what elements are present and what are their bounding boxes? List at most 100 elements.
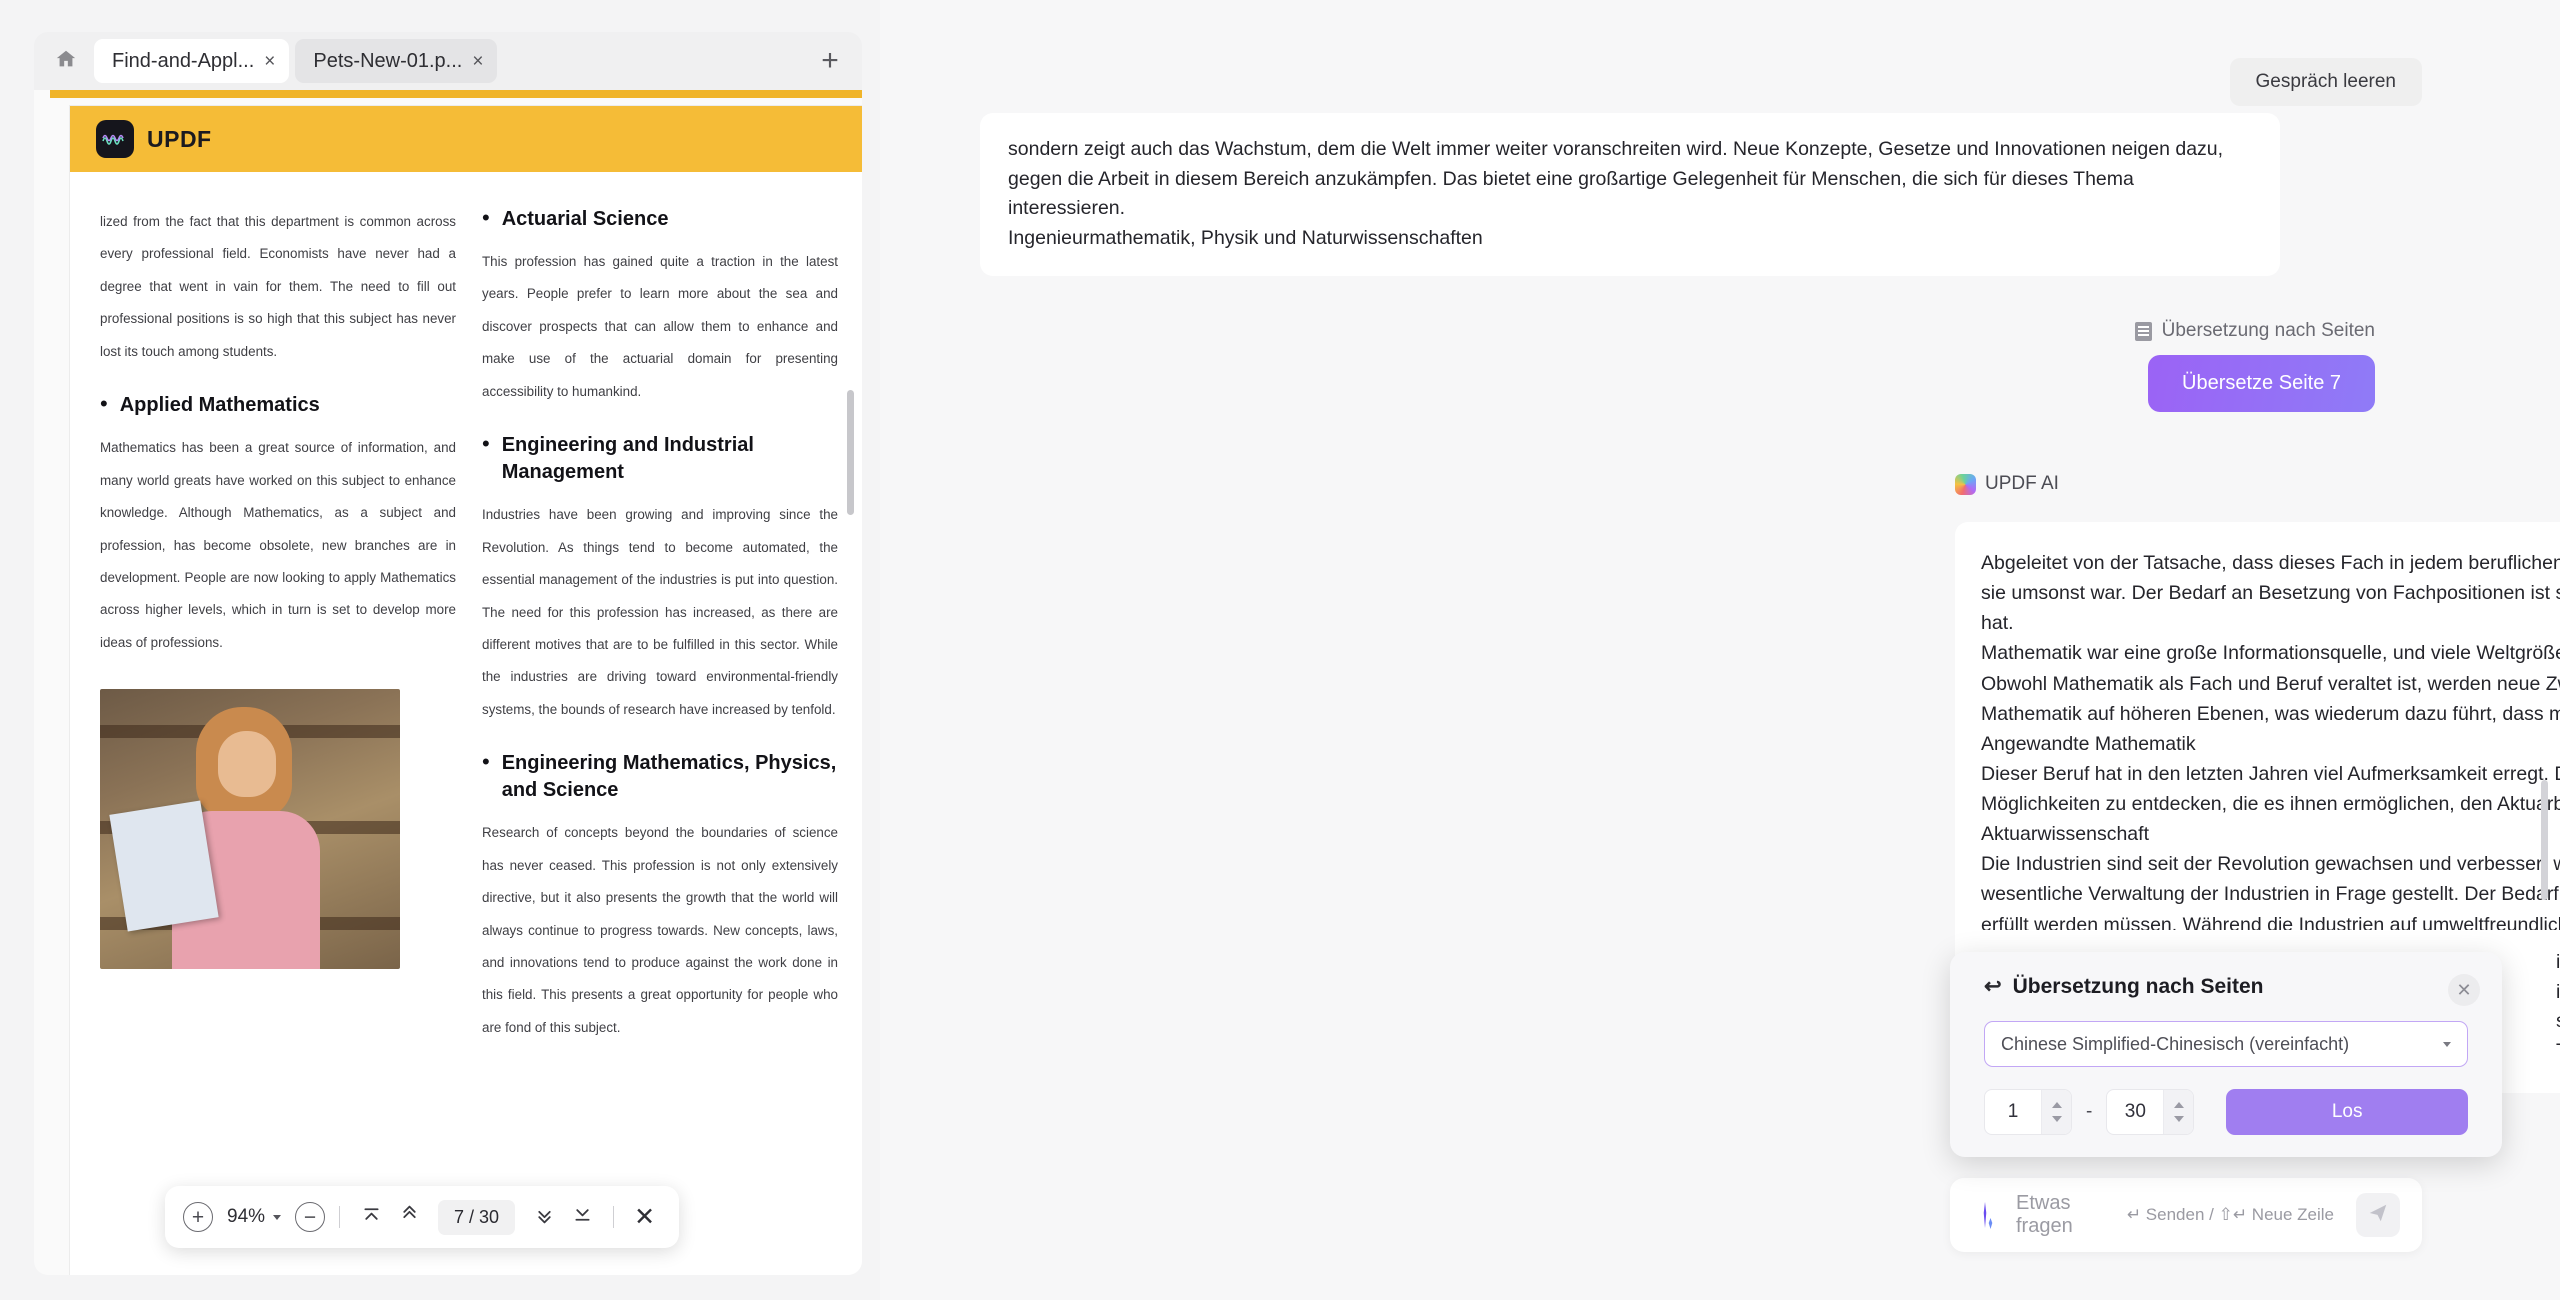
dialog-close-button[interactable]: ✕ <box>2448 974 2480 1006</box>
page-right-column: • Actuarial Science This profession has … <box>482 205 838 1044</box>
ai-paragraph-2: Mathematik war eine große Informationsqu… <box>1981 642 2560 725</box>
translate-by-pages-dialog: ↩ Übersetzung nach Seiten ✕ Chinese Simp… <box>1950 952 2502 1157</box>
page-content: lized from the fact that this department… <box>70 172 862 1044</box>
right-paragraph-1: This profession has gained quite a tract… <box>482 254 838 399</box>
page-from-stepper[interactable]: 1 <box>1984 1089 2072 1135</box>
close-toolbar-button[interactable]: ✕ <box>628 1202 661 1232</box>
stepper-up-icon[interactable] <box>2051 1102 2062 1108</box>
pdf-document-frame: UPDF lized from the fact that this depar… <box>34 90 862 1275</box>
ai-paragraph-4: Die Industrien sind seit der Revolution … <box>1981 853 2560 936</box>
tab-close-icon[interactable]: × <box>264 52 275 71</box>
back-arrow-icon[interactable]: ↩ <box>1984 974 2002 999</box>
first-page-button[interactable] <box>354 1200 388 1234</box>
composer-hint: ↵ Senden / ⇧↵ Neue Zeile <box>2126 1205 2334 1224</box>
stepper-down-icon[interactable] <box>2051 1116 2062 1122</box>
chevron-up-bar-icon <box>361 1204 382 1230</box>
range-dash: - <box>2086 1101 2093 1122</box>
chat-composer: Etwas fragen ↵ Senden / ⇧↵ Neue Zeile <box>1950 1178 2422 1252</box>
right-paragraph-2: Industries have been growing and improvi… <box>482 507 838 717</box>
tab-label: Find-and-Appl... <box>112 49 255 72</box>
sparkle-icon <box>1972 1202 1998 1228</box>
message-body: sondern zeigt auch das Wachstum, dem die… <box>1008 138 2224 220</box>
dialog-title: Übersetzung nach Seiten <box>2012 974 2264 998</box>
chat-message-top: sondern zeigt auch das Wachstum, dem die… <box>980 113 2280 276</box>
translate-page-button[interactable]: Übersetze Seite 7 <box>2148 355 2375 412</box>
left-paragraph-2: Mathematics has been a great source of i… <box>100 440 456 650</box>
ai-assistant-name: UPDF AI <box>1985 473 2059 494</box>
page-from-stepper-arrows[interactable] <box>2041 1090 2071 1134</box>
left-paragraph-1: lized from the fact that this department… <box>100 214 456 359</box>
next-page-button[interactable] <box>527 1200 561 1234</box>
translation-section-label: Übersetzung nach Seiten <box>2134 320 2375 342</box>
stepper-down-icon[interactable] <box>2173 1116 2184 1122</box>
right-paragraph-3: Research of concepts beyond the boundari… <box>482 825 838 1035</box>
zoom-in-button[interactable]: + <box>183 1202 213 1232</box>
chat-input[interactable]: Etwas fragen <box>2016 1192 2127 1238</box>
page-from-value[interactable]: 1 <box>1985 1090 2041 1134</box>
chevron-down-icon[interactable] <box>273 1214 282 1220</box>
page-to-stepper-arrows[interactable] <box>2163 1090 2194 1134</box>
bullet-icon: • <box>482 431 490 457</box>
zoom-level-value: 94% <box>227 1206 266 1227</box>
page-indicator[interactable]: 7 / 30 <box>438 1199 516 1235</box>
stepper-up-icon[interactable] <box>2173 1102 2184 1108</box>
selected-language-value: Chinese Simplified-Chinesisch (vereinfac… <box>2001 1033 2350 1054</box>
right-heading-3: Engineering Mathematics, Physics, and Sc… <box>501 752 837 802</box>
new-tab-button[interactable]: + <box>808 39 852 83</box>
previous-page-button[interactable] <box>392 1200 426 1234</box>
left-heading-1: Applied Mathematics <box>119 394 320 417</box>
page-range-row: 1 - 30 Los <box>1984 1089 2468 1135</box>
home-icon <box>55 48 77 75</box>
page-left-column: lized from the fact that this department… <box>100 206 456 1044</box>
dialog-title-row: ↩ Übersetzung nach Seiten <box>1984 974 2468 999</box>
message-subject: Ingenieurmathematik, Physik und Naturwis… <box>1008 226 1483 249</box>
chevron-double-down-icon <box>534 1204 555 1230</box>
pdf-bottom-toolbar: + 94% − 7 / 30 ✕ <box>165 1186 680 1248</box>
ai-paragraph-3: Dieser Beruf hat in den letzten Jahren v… <box>1981 762 2560 815</box>
right-heading-2: Engineering and Industrial Management <box>501 434 754 484</box>
tab-pets-new-01[interactable]: Pets-New-01.p... × <box>295 39 498 83</box>
ai-assistant-badge: UPDF AI <box>1955 473 2059 495</box>
chevron-down-bar-icon <box>572 1204 593 1230</box>
chat-message-ai: Abgeleitet von der Tatsache, dass dieses… <box>1955 522 2560 994</box>
chat-vertical-scrollbar[interactable] <box>2541 780 2548 900</box>
page-brand-header: UPDF <box>70 106 862 172</box>
home-button[interactable] <box>44 41 88 81</box>
last-page-button[interactable] <box>565 1200 599 1234</box>
right-heading-3-row: • Engineering Mathematics, Physics, and … <box>482 750 838 817</box>
right-heading-1: Actuarial Science <box>501 208 669 230</box>
ai-heading-1: Angewandte Mathematik <box>1981 732 2196 755</box>
send-button[interactable] <box>2356 1193 2400 1237</box>
toolbar-divider <box>613 1206 615 1228</box>
document-tab-bar: Find-and-Appl... × Pets-New-01.p... × + <box>34 32 862 90</box>
pdf-viewer-pane: Find-and-Appl... × Pets-New-01.p... × + <box>0 0 880 1300</box>
page-to-stepper[interactable]: 30 <box>2106 1089 2195 1135</box>
right-heading-2-row: • Engineering and Industrial Management <box>482 431 838 499</box>
chevron-down-icon <box>2443 1041 2451 1047</box>
left-heading-1-row: • Applied Mathematics <box>100 391 456 432</box>
updf-app-window: Find-and-Appl... × Pets-New-01.p... × + <box>0 0 2560 1300</box>
section-label-text: Übersetzung nach Seiten <box>2161 320 2375 341</box>
send-icon <box>2367 1202 2389 1229</box>
updf-logo-icon <box>96 120 134 158</box>
page-top-accent-strip <box>50 90 862 98</box>
tab-close-icon[interactable]: × <box>472 52 483 71</box>
tab-label: Pets-New-01.p... <box>313 49 463 72</box>
ai-heading-2: Aktuarwissenschaft <box>1981 823 2149 846</box>
updf-ai-icon <box>1955 473 1976 495</box>
page-to-value[interactable]: 30 <box>2107 1090 2163 1134</box>
ai-paragraph-1: Abgeleitet von der Tatsache, dass dieses… <box>1981 552 2560 635</box>
page-photo-woman-reading <box>100 689 400 970</box>
tab-find-and-apply[interactable]: Find-and-Appl... × <box>94 39 290 83</box>
pdf-vertical-scrollbar[interactable] <box>847 390 854 515</box>
toolbar-divider <box>339 1206 341 1228</box>
pdf-page-7[interactable]: UPDF lized from the fact that this depar… <box>70 106 862 1275</box>
clear-conversation-button[interactable]: Gespräch leeren <box>2229 58 2422 106</box>
document-lines-icon <box>2134 321 2152 341</box>
chevron-double-up-icon <box>399 1204 420 1230</box>
bullet-icon: • <box>482 749 490 775</box>
zoom-out-button[interactable]: − <box>295 1202 326 1232</box>
target-language-select[interactable]: Chinese Simplified-Chinesisch (vereinfac… <box>1984 1021 2468 1067</box>
go-button[interactable]: Los <box>2226 1089 2468 1135</box>
right-heading-1-row: • Actuarial Science <box>482 205 838 246</box>
